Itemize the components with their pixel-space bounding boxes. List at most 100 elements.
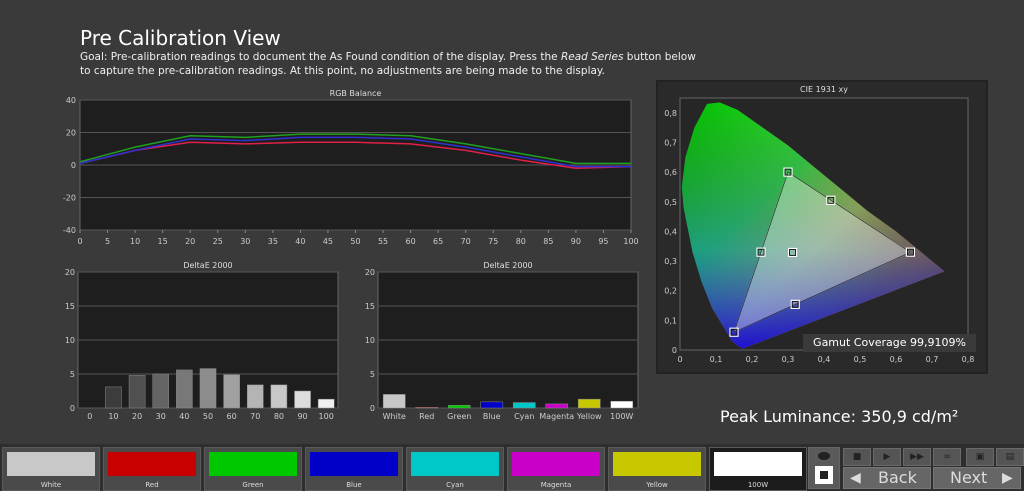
x-tick-label: 55 bbox=[378, 237, 388, 246]
page-title: Pre Calibration View bbox=[80, 26, 281, 50]
x-tick-label: 45 bbox=[323, 237, 333, 246]
x-tick-label: 0,7 bbox=[926, 355, 939, 364]
x-tick-label: 100 bbox=[319, 412, 334, 421]
x-tick-label: 30 bbox=[240, 237, 250, 246]
x-tick-label: 90 bbox=[297, 412, 307, 421]
chart-title: CIE 1931 xy bbox=[800, 85, 848, 94]
y-tick-label: 0,8 bbox=[664, 109, 677, 118]
swatch-color bbox=[512, 452, 600, 476]
swatch-label: White bbox=[40, 481, 62, 489]
next-button[interactable]: Next ▶ bbox=[933, 467, 1021, 489]
x-tick-label: 0,6 bbox=[890, 355, 903, 364]
bar bbox=[199, 368, 217, 409]
swatch-button-green[interactable]: Green bbox=[204, 447, 302, 491]
x-tick-label: 80 bbox=[274, 412, 284, 421]
stop-icon: ■ bbox=[852, 452, 862, 462]
y-tick-label: 40 bbox=[66, 96, 76, 105]
x-tick-label: 0,4 bbox=[818, 355, 831, 364]
x-tick-label: 35 bbox=[268, 237, 278, 246]
bar bbox=[270, 384, 288, 409]
stop-button[interactable]: ■ bbox=[843, 448, 871, 466]
loop-button[interactable]: ∞ bbox=[933, 448, 961, 466]
x-tick-label: 40 bbox=[295, 237, 305, 246]
bar bbox=[447, 405, 471, 409]
x-tick-label: 0 bbox=[87, 412, 92, 421]
bar bbox=[128, 375, 146, 409]
back-button[interactable]: ◀ Back bbox=[843, 467, 931, 489]
x-tick-label: Green bbox=[447, 412, 471, 421]
read-series-button[interactable] bbox=[808, 447, 840, 489]
swatch-label: Green bbox=[242, 481, 264, 489]
y-tick-label: 0,4 bbox=[664, 227, 677, 236]
x-tick-label: Cyan bbox=[514, 412, 534, 421]
bar bbox=[577, 398, 601, 409]
swatch-label: Blue bbox=[346, 481, 362, 489]
read-series-emphasis: Read Series bbox=[560, 51, 624, 63]
swatch-button-white[interactable]: White bbox=[2, 447, 100, 491]
y-tick-label: 15 bbox=[365, 302, 375, 311]
y-tick-label: 15 bbox=[65, 302, 75, 311]
x-tick-label: 50 bbox=[350, 237, 360, 246]
x-tick-label: 0 bbox=[77, 237, 82, 246]
play-series-button[interactable]: ▶▶ bbox=[903, 448, 931, 466]
bar bbox=[415, 407, 439, 409]
bar bbox=[223, 374, 240, 409]
lock-button[interactable]: ▣ bbox=[966, 448, 994, 466]
goal-text: Goal: Pre-calibration readings to docume… bbox=[80, 50, 700, 78]
swatch-color bbox=[108, 452, 196, 476]
x-tick-label: 40 bbox=[179, 412, 189, 421]
bar bbox=[246, 384, 264, 409]
eye-icon bbox=[818, 452, 830, 460]
stop-square-icon bbox=[815, 466, 833, 484]
swatch-color bbox=[613, 452, 701, 476]
swatch-button-blue[interactable]: Blue bbox=[305, 447, 403, 491]
y-tick-label: 5 bbox=[370, 370, 375, 379]
bar bbox=[317, 398, 335, 409]
y-tick-label: 0,3 bbox=[664, 257, 677, 266]
swatch-label: 100W bbox=[747, 481, 769, 489]
x-tick-label: 30 bbox=[156, 412, 166, 421]
swatch-label: Magenta bbox=[540, 481, 572, 489]
x-tick-label: 20 bbox=[185, 237, 195, 246]
swatch-label: Yellow bbox=[646, 481, 668, 489]
swatch-label: Red bbox=[145, 481, 159, 489]
x-tick-label: 0 bbox=[677, 355, 682, 364]
swatch-button-yellow[interactable]: Yellow bbox=[608, 447, 706, 491]
bar bbox=[294, 390, 311, 409]
swatch-color bbox=[310, 452, 398, 476]
swatch-button-cyan[interactable]: Cyan bbox=[406, 447, 504, 491]
bar bbox=[480, 401, 504, 409]
x-tick-label: Red bbox=[419, 412, 434, 421]
bar bbox=[512, 402, 536, 409]
chevron-right-icon: ▶ bbox=[1002, 470, 1013, 486]
y-tick-label: 20 bbox=[365, 268, 375, 277]
y-tick-label: -20 bbox=[63, 194, 76, 203]
swatch-button-red[interactable]: Red bbox=[103, 447, 201, 491]
x-tick-label: White bbox=[383, 412, 406, 421]
x-tick-label: 15 bbox=[158, 237, 168, 246]
swatch-button-100w[interactable]: 100W bbox=[709, 447, 807, 491]
play-button[interactable]: ▶ bbox=[873, 448, 901, 466]
y-tick-label: 10 bbox=[365, 336, 375, 345]
x-tick-label: 70 bbox=[461, 237, 471, 246]
x-tick-label: 65 bbox=[433, 237, 443, 246]
y-tick-label: 0,2 bbox=[664, 287, 677, 296]
play-icon: ▶ bbox=[883, 452, 891, 462]
x-tick-label: 10 bbox=[108, 412, 118, 421]
play-series-icon: ▶▶ bbox=[910, 452, 924, 462]
swatch-color bbox=[7, 452, 95, 476]
y-tick-label: 0 bbox=[370, 404, 375, 413]
loop-icon: ∞ bbox=[943, 452, 951, 462]
chevron-left-icon: ◀ bbox=[850, 470, 861, 486]
settings-button[interactable]: ▤ bbox=[996, 448, 1024, 466]
x-tick-label: 60 bbox=[227, 412, 237, 421]
x-tick-label: 0,2 bbox=[746, 355, 759, 364]
y-tick-label: -40 bbox=[63, 226, 76, 235]
x-tick-label: 0,5 bbox=[854, 355, 867, 364]
swatch-button-magenta[interactable]: Magenta bbox=[507, 447, 605, 491]
x-tick-label: 60 bbox=[406, 237, 416, 246]
x-tick-label: 70 bbox=[250, 412, 260, 421]
y-tick-label: 0,7 bbox=[664, 138, 677, 147]
y-tick-label: 5 bbox=[70, 370, 75, 379]
x-tick-label: 0,3 bbox=[782, 355, 795, 364]
